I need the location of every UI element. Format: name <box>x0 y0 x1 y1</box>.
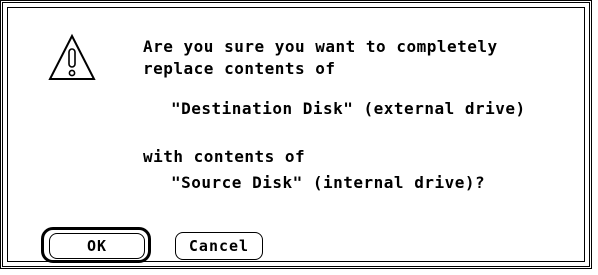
source-disk-name: "Source Disk" (internal drive)? <box>171 173 486 192</box>
caution-triangle-icon <box>48 33 96 80</box>
message-line-1: Are you sure you want to completely <box>143 37 498 56</box>
message-line-3: with contents of <box>143 147 306 166</box>
destination-disk-name: "Destination Disk" (external drive) <box>171 99 526 118</box>
ok-button[interactable]: OK <box>49 233 145 259</box>
cancel-button[interactable]: Cancel <box>175 232 263 260</box>
message-line-2: replace contents of <box>143 59 336 78</box>
alert-dialog: Are you sure you want to completely repl… <box>0 0 592 269</box>
